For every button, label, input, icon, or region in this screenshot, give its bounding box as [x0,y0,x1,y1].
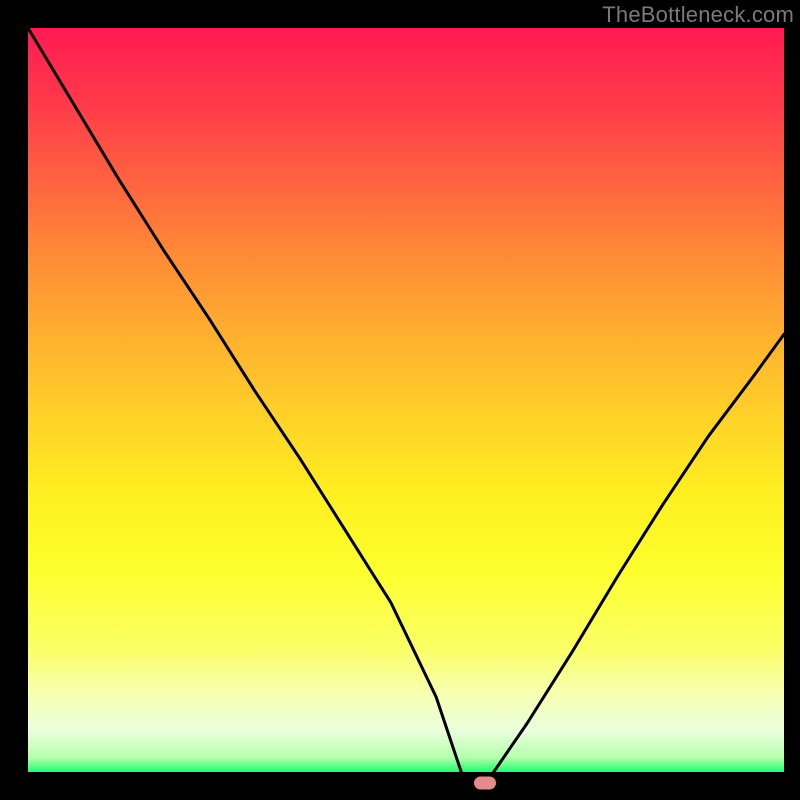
border-right [784,0,800,800]
plot-area [28,28,784,784]
watermark-text: TheBottleneck.com [602,2,794,28]
border-left [0,0,28,800]
optimum-marker [474,777,496,790]
bottleneck-curve [28,28,784,784]
chart-frame: TheBottleneck.com [0,0,800,800]
border-bottom [0,772,800,800]
